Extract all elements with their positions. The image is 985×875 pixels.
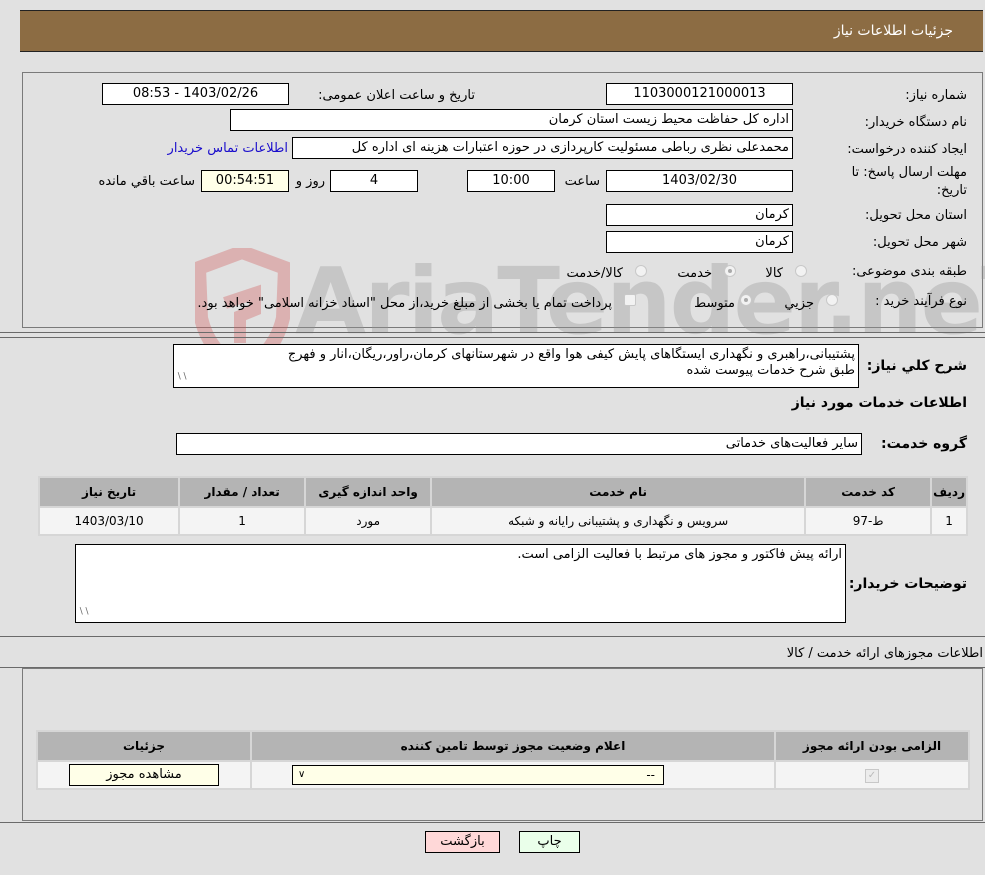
days-field[interactable]: 4	[330, 170, 418, 192]
need-number-label: شماره نیاز:	[905, 88, 967, 103]
category-option-goods-service: کالا/خدمت	[566, 266, 623, 281]
divider	[0, 337, 985, 338]
permits-table-header: الزامی بودن ارائه مجوز اعلام وضعیت مجوز …	[38, 732, 968, 760]
cell-required: ✓	[776, 762, 968, 788]
deadline-date-field[interactable]: 1403/02/30	[606, 170, 793, 192]
buyer-org-label: نام دستگاه خریدار:	[864, 115, 967, 130]
cell-status: -- ∨	[252, 762, 774, 788]
col-status: اعلام وضعیت مجوز توسط تامین کننده	[252, 732, 774, 760]
days-label: روز و	[295, 174, 325, 189]
treasury-checkbox[interactable]	[624, 294, 636, 306]
print-button[interactable]: چاپ	[519, 831, 580, 853]
col-name: نام خدمت	[432, 478, 805, 506]
table-row: ✓ -- ∨ مشاهده مجوز	[38, 762, 968, 788]
resize-grip-icon[interactable]: ∖∖	[176, 369, 187, 385]
process-option-medium: متوسط	[694, 296, 735, 311]
buyer-org-field[interactable]: اداره کل حفاظت محیط زیست استان کرمان	[230, 109, 793, 131]
table-row: 1 ط-97 سرویس و نگهداری و پشتیبانی رایانه…	[40, 508, 966, 534]
requester-label: ایجاد کننده درخواست:	[847, 142, 967, 157]
divider	[0, 332, 985, 333]
col-date: تاریخ نیاز	[40, 478, 179, 506]
divider	[0, 636, 985, 637]
buyer-notes-label: توضیحات خریدار:	[848, 576, 967, 592]
deadline-time-label: ساعت	[564, 174, 600, 189]
category-option-service: خدمت	[677, 266, 712, 281]
announce-label: تاریخ و ساعت اعلان عمومی:	[318, 88, 475, 103]
need-number-field[interactable]: 1103000121000013	[606, 83, 793, 105]
page-title: جزئیات اطلاعات نیاز	[833, 23, 953, 39]
col-unit: واحد اندازه گیری	[306, 478, 431, 506]
chevron-down-icon: ∨	[298, 769, 306, 780]
category-radio-goods-service[interactable]	[635, 265, 647, 277]
remaining-time-field: 00:54:51	[201, 170, 289, 192]
resize-grip-icon[interactable]: ∖∖	[78, 604, 89, 620]
service-group-label: گروه خدمت:	[881, 436, 967, 452]
description-textarea[interactable]: پشتیبانی،راهبری و نگهداری ایستگاهای پایش…	[173, 344, 859, 388]
buyer-notes-text: ارائه پیش فاکتور و مجوز های مرتبط با فعا…	[517, 547, 842, 562]
cell-name: سرویس و نگهداری و پشتیبانی رایانه و شبکه	[432, 508, 805, 534]
permits-table: الزامی بودن ارائه مجوز اعلام وضعیت مجوز …	[36, 730, 970, 790]
services-table-header: ردیف کد خدمت نام خدمت واحد اندازه گیری ت…	[40, 478, 966, 506]
buyer-notes-textarea[interactable]: ارائه پیش فاکتور و مجوز های مرتبط با فعا…	[75, 544, 846, 623]
description-line-1: پشتیبانی،راهبری و نگهداری ایستگاهای پایش…	[287, 347, 855, 362]
deadline-label: مهلت ارسال پاسخ: تا	[851, 165, 967, 180]
col-code: کد خدمت	[806, 478, 931, 506]
buyer-contact-link[interactable]: اطلاعات تماس خریدار	[168, 141, 288, 156]
category-radio-service[interactable]	[724, 265, 736, 277]
cell-code: ط-97	[806, 508, 931, 534]
category-label: طبقه بندی موضوعی:	[851, 264, 967, 279]
treasury-note: پرداخت تمام یا بخشی از مبلغ خرید،از محل …	[197, 296, 612, 311]
deadline-time-field[interactable]: 10:00	[467, 170, 555, 192]
requester-field[interactable]: محمدعلی نظری رباطی مسئولیت کارپردازی در …	[292, 137, 793, 159]
col-required: الزامی بودن ارائه مجوز	[776, 732, 968, 760]
cell-details: مشاهده مجوز	[38, 762, 250, 788]
service-group-field[interactable]: سایر فعالیت‌های خدماتی	[176, 433, 862, 455]
process-option-minor: جزيي	[784, 296, 814, 311]
col-row: ردیف	[932, 478, 966, 506]
permits-section-title: اطلاعات مجوزهای ارائه خدمت / کالا	[786, 646, 983, 661]
description-label: شرح كلي نياز:	[866, 358, 967, 374]
category-radio-goods[interactable]	[795, 265, 807, 277]
required-checkbox[interactable]: ✓	[865, 769, 879, 783]
permit-status-value: --	[646, 768, 655, 782]
back-button[interactable]: بازگشت	[425, 831, 500, 853]
description-line-2: طبق شرح خدمات پیوست شده	[686, 363, 855, 378]
col-details: جزئیات	[38, 732, 250, 760]
province-label: استان محل تحویل:	[865, 208, 967, 223]
province-field[interactable]: کرمان	[606, 204, 793, 226]
page-header: جزئیات اطلاعات نیاز	[20, 10, 983, 52]
process-label: نوع فرآیند خرید :	[875, 294, 967, 309]
divider	[0, 822, 985, 823]
col-qty: تعداد / مقدار	[180, 478, 305, 506]
cell-unit: مورد	[306, 508, 431, 534]
services-table: ردیف کد خدمت نام خدمت واحد اندازه گیری ت…	[38, 476, 968, 536]
cell-row: 1	[932, 508, 966, 534]
announce-field[interactable]: 1403/02/26 - 08:53	[102, 83, 289, 105]
city-label: شهر محل تحویل:	[872, 235, 967, 250]
deadline-label-2: تاریخ:	[936, 183, 967, 198]
process-radio-medium[interactable]	[740, 294, 752, 306]
services-section-title: اطلاعات خدمات مورد نیاز	[791, 395, 967, 411]
city-field[interactable]: کرمان	[606, 231, 793, 253]
cell-qty: 1	[180, 508, 305, 534]
cell-date: 1403/03/10	[40, 508, 179, 534]
permit-status-select[interactable]: -- ∨	[292, 765, 664, 785]
remaining-label: ساعت باقي مانده	[98, 174, 195, 189]
process-radio-minor[interactable]	[826, 294, 838, 306]
view-permit-button[interactable]: مشاهده مجوز	[69, 764, 219, 786]
category-option-goods: کالا	[765, 266, 783, 281]
